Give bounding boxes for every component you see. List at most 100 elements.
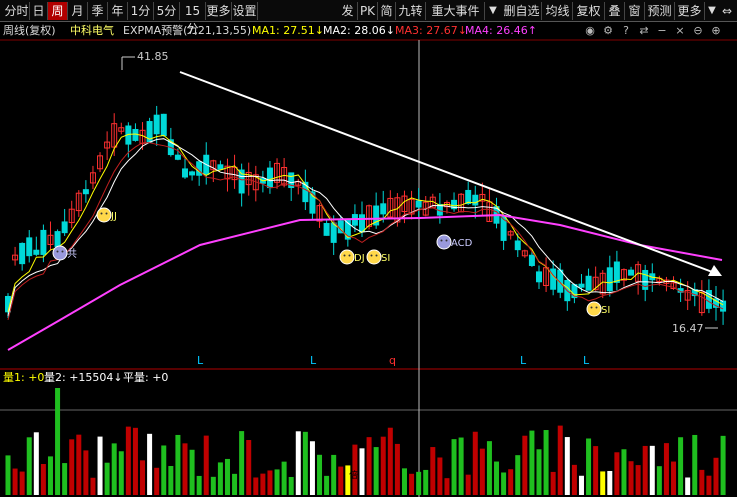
candle-body [550, 268, 557, 290]
signal-label: JJ [110, 211, 117, 222]
volume-bar [76, 434, 82, 495]
volume-bar [175, 434, 181, 495]
volume-bar [366, 437, 372, 495]
volume-marker: 倍 [349, 469, 358, 481]
face-eye [440, 239, 443, 242]
face-icon [436, 234, 452, 250]
volume-bar [564, 437, 570, 495]
volume-bar [19, 471, 25, 495]
volume-bar [189, 449, 195, 495]
volume-marker: 倍 [603, 461, 612, 473]
volume-bar [678, 437, 684, 495]
volume-bar [423, 469, 429, 495]
volume-bar [458, 437, 464, 495]
candle-body [160, 113, 167, 137]
signal-label: DJ [354, 253, 365, 264]
volume-bar [203, 435, 209, 495]
volume-bar [614, 452, 620, 495]
face-eye [348, 254, 351, 257]
signal-label: 共 [67, 248, 77, 260]
volume-bar [543, 430, 549, 495]
volume-bar [281, 461, 287, 495]
volume-bar [706, 475, 712, 495]
volume-bar [274, 469, 280, 495]
volume-bar [147, 433, 153, 495]
volume-bar [529, 430, 535, 495]
volume-bar [430, 447, 436, 495]
candle-body [578, 283, 585, 288]
volume-bar [288, 476, 294, 495]
candle-body [613, 261, 620, 283]
volume-bar [224, 458, 230, 495]
candle-body [266, 167, 273, 189]
volume-bar [62, 463, 68, 495]
volume-bar [338, 466, 344, 495]
volume-bar [387, 427, 393, 495]
volume-bar [83, 450, 89, 495]
volume-bar [593, 446, 599, 495]
signal-marker: L [583, 354, 590, 367]
low-price-label: 16.47 [672, 322, 704, 335]
face-eye [61, 250, 64, 253]
volume-bar [161, 445, 167, 495]
face-eye [343, 254, 346, 257]
candle-body [323, 223, 330, 236]
volume-bar [663, 443, 669, 495]
volume-bar [578, 475, 584, 495]
face-icon [366, 249, 382, 265]
chart-svg[interactable]: 41.8516.47共JJDJ SIACDSIL Lq L L倍倍 [0, 0, 737, 497]
volume-bar [5, 455, 11, 495]
volume-bar [154, 467, 160, 495]
candle-body [359, 214, 365, 233]
volume-bar [522, 435, 528, 495]
face-icon [52, 245, 68, 261]
signal-marker: L [197, 354, 204, 367]
volume-bar [97, 436, 103, 495]
signal-label: ACD [451, 238, 473, 249]
signal-marker: L [520, 354, 527, 367]
volume-bar [472, 431, 478, 495]
face-eye [370, 254, 373, 257]
ma2-line [7, 138, 724, 316]
candle-body [26, 237, 33, 257]
volume-bar [33, 432, 39, 495]
candle-body [54, 231, 61, 248]
volume-bar [232, 473, 238, 495]
candle-body [720, 300, 727, 312]
face-eye [445, 239, 448, 242]
volume-bar [210, 476, 216, 495]
volume-bar [479, 448, 485, 495]
volume-bar [642, 445, 648, 495]
candle-body [585, 275, 592, 291]
volume-bar [713, 457, 719, 495]
volume-bar [239, 431, 245, 495]
volume-bar [656, 466, 662, 495]
volume-bar [309, 441, 315, 495]
volume-bar [196, 475, 202, 495]
volume-bar [125, 426, 131, 495]
volume-bar [437, 457, 443, 495]
volume-bar [140, 460, 146, 495]
volume-bar [401, 468, 407, 495]
volume-bar [557, 425, 563, 495]
candle-body [182, 168, 188, 178]
volume-bar [324, 475, 330, 495]
candle-body [465, 189, 472, 205]
volume-bar [352, 444, 358, 495]
candle-body [217, 164, 224, 170]
volume-bar [501, 472, 507, 495]
volume-bar [302, 431, 308, 495]
candle-body [628, 269, 635, 276]
volume-bar [607, 470, 613, 495]
volume-bar [168, 465, 174, 495]
signal-label: SI [381, 253, 390, 264]
signal-marker: L [310, 354, 317, 367]
face-eye [590, 306, 593, 309]
volume-bar [685, 477, 691, 495]
volume-bar [600, 471, 606, 495]
volume-bar [69, 439, 75, 495]
candle-body [33, 249, 40, 255]
candle-body [606, 267, 613, 292]
volume-bar [394, 443, 400, 495]
candle-body [330, 222, 337, 243]
